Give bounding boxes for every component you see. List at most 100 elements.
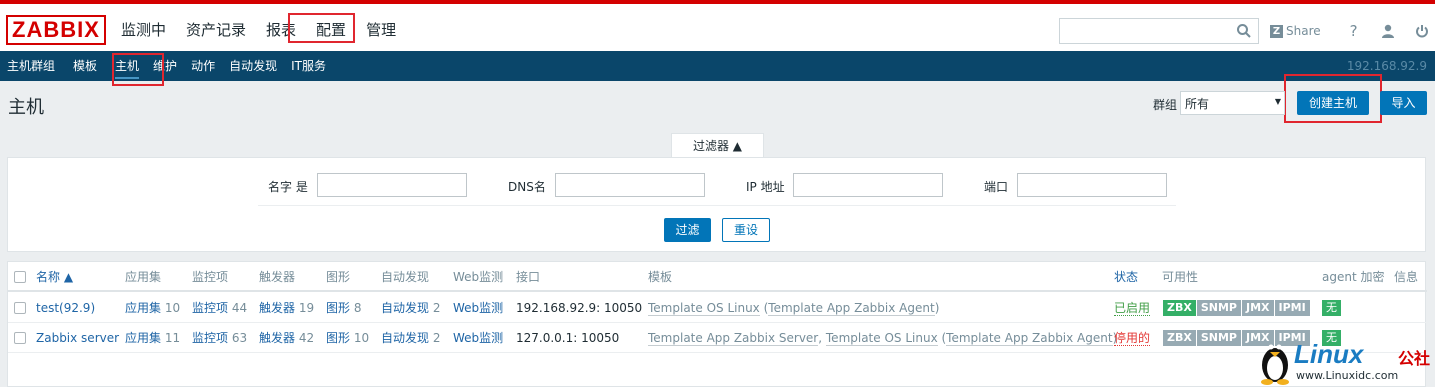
watermark-cn: 公社 xyxy=(1398,349,1431,368)
page-title: 主机 xyxy=(8,97,44,118)
graphs-link[interactable]: 图形 xyxy=(326,331,350,345)
template-link[interactable]: Template OS Linux xyxy=(648,301,760,316)
row-checkbox[interactable] xyxy=(14,332,26,344)
menu-administration[interactable]: 管理 xyxy=(356,19,406,40)
group-selected: 所有 xyxy=(1185,97,1210,111)
header-discovery: 自动发现 xyxy=(381,270,430,284)
header-templates: 模板 xyxy=(648,270,673,284)
search-input[interactable] xyxy=(1059,18,1259,44)
submenu-discovery[interactable]: 自动发现 xyxy=(222,51,284,81)
discovery-cell: 自动发现 2 xyxy=(381,293,440,323)
header-status[interactable]: 状态 xyxy=(1114,262,1138,292)
import-button[interactable]: 导入 xyxy=(1380,91,1427,115)
discovery-link[interactable]: 自动发现 xyxy=(381,331,429,345)
header-graphs: 图形 xyxy=(326,270,351,284)
ip-label: IP 地址 xyxy=(746,180,785,194)
triggers-link[interactable]: 触发器 xyxy=(259,331,295,345)
menu-inventory[interactable]: 资产记录 xyxy=(176,19,256,40)
triggers-cell: 触发器 19 xyxy=(259,293,314,323)
host-name-link[interactable]: test(92.9) xyxy=(36,293,95,323)
name-input[interactable] xyxy=(317,173,467,197)
interface-cell: 127.0.0.1: 10050 xyxy=(516,331,620,345)
host-name-link[interactable]: Zabbix server xyxy=(36,323,119,353)
encryption-badge: 无 xyxy=(1322,300,1341,316)
select-all-checkbox[interactable] xyxy=(14,271,26,283)
row-checkbox[interactable] xyxy=(14,302,26,314)
highlight-hosts xyxy=(112,53,164,86)
ip-input[interactable] xyxy=(793,173,943,197)
items-count: 63 xyxy=(231,331,248,345)
share-icon: Z xyxy=(1270,24,1283,38)
sub-navigation-bar: 主机群组 模板 主机 维护 动作 自动发现 IT服务 192.168.92.9 xyxy=(0,51,1435,81)
template-link[interactable]: Template App Zabbix Server xyxy=(648,331,819,346)
apps-count: 11 xyxy=(164,331,181,345)
template-link[interactable]: Template OS Linux xyxy=(825,331,938,346)
items-cell: 监控项 44 xyxy=(192,293,247,323)
status-toggle[interactable]: 停用的 xyxy=(1114,331,1151,346)
templates-cell: Template OS Linux (Template App Zabbix A… xyxy=(648,293,939,323)
template-separator: , xyxy=(818,331,826,345)
share-button[interactable]: Z Share xyxy=(1270,24,1321,38)
create-host-button[interactable]: 创建主机 xyxy=(1297,91,1369,115)
snmp-badge: SNMP xyxy=(1196,300,1241,316)
table-header: 名称 ▲ 应用集 监控项 触发器 图形 自动发现 Web监测 接口 模板 状态 … xyxy=(8,262,1427,292)
graphs-link[interactable]: 图形 xyxy=(326,301,350,315)
graphs-count: 10 xyxy=(353,331,370,345)
header-availability: 可用性 xyxy=(1162,270,1199,284)
status-cell: 停用的 xyxy=(1114,323,1151,353)
group-select[interactable]: 所有 xyxy=(1180,91,1285,115)
watermark-brand: Linux xyxy=(1294,339,1364,369)
top-navigation-bar: ZABBIX 监测中 资产记录 报表 配置 管理 Z Share ? xyxy=(0,0,1435,51)
graphs-cell: 图形 10 xyxy=(326,323,369,353)
group-label: 群组 xyxy=(1153,98,1178,112)
power-icon[interactable] xyxy=(1405,18,1435,44)
header-items: 监控项 xyxy=(192,270,229,284)
share-label: Share xyxy=(1286,24,1321,38)
items-link[interactable]: 监控项 xyxy=(192,301,228,315)
help-icon[interactable]: ? xyxy=(1337,18,1371,44)
menu-monitoring[interactable]: 监测中 xyxy=(111,19,176,40)
zbx-badge: ZBX xyxy=(1163,300,1196,316)
user-icon[interactable] xyxy=(1371,18,1405,44)
dns-input[interactable] xyxy=(555,173,705,197)
header-triggers: 触发器 xyxy=(259,270,296,284)
port-label: 端口 xyxy=(984,180,1009,194)
penguin-icon xyxy=(1261,344,1289,385)
zbx-badge: ZBX xyxy=(1163,330,1196,346)
search-icon[interactable] xyxy=(1236,23,1252,39)
apps-cell: 应用集 11 xyxy=(125,323,180,353)
discovery-link[interactable]: 自动发现 xyxy=(381,301,429,315)
filter-tab[interactable]: 过滤器 ▲ xyxy=(671,133,764,158)
header-interface: 接口 xyxy=(516,270,541,284)
apps-link[interactable]: 应用集 xyxy=(125,301,161,315)
ipmi-badge: IPMI xyxy=(1274,300,1310,316)
interface-cell: 192.168.92.9: 10050 xyxy=(516,301,643,315)
submenu-it-services[interactable]: IT服务 xyxy=(284,51,333,81)
apps-link[interactable]: 应用集 xyxy=(125,331,161,345)
submenu-templates[interactable]: 模板 xyxy=(66,51,104,81)
web-link[interactable]: Web监测 xyxy=(453,323,503,353)
filter-apply-button[interactable]: 过滤 xyxy=(664,218,711,242)
submenu-host-groups[interactable]: 主机群组 xyxy=(0,51,62,81)
submenu-actions[interactable]: 动作 xyxy=(184,51,222,81)
triggers-link[interactable]: 触发器 xyxy=(259,301,295,315)
filter-divider xyxy=(258,205,1176,206)
port-input[interactable] xyxy=(1017,173,1167,197)
discovery-cell: 自动发现 2 xyxy=(381,323,440,353)
parent-template-link[interactable]: Template App Zabbix Agent xyxy=(768,301,935,316)
triggers-count: 42 xyxy=(298,331,315,345)
triggers-cell: 触发器 42 xyxy=(259,323,314,353)
name-label: 名字 是 xyxy=(268,180,308,194)
template-paren-close: ) xyxy=(934,301,940,315)
filter-reset-button[interactable]: 重设 xyxy=(722,218,770,242)
header-info: 信息 xyxy=(1394,270,1419,284)
status-cell: 已启用 xyxy=(1114,293,1151,323)
graphs-count: 8 xyxy=(353,301,362,315)
web-link[interactable]: Web监测 xyxy=(453,293,503,323)
header-name[interactable]: 名称 ▲ xyxy=(36,262,73,292)
status-toggle[interactable]: 已启用 xyxy=(1114,301,1151,316)
items-link[interactable]: 监控项 xyxy=(192,331,228,345)
parent-template-link[interactable]: Template App Zabbix Agent xyxy=(946,331,1113,346)
zabbix-logo[interactable]: ZABBIX xyxy=(6,15,106,45)
highlight-configuration xyxy=(288,13,355,43)
